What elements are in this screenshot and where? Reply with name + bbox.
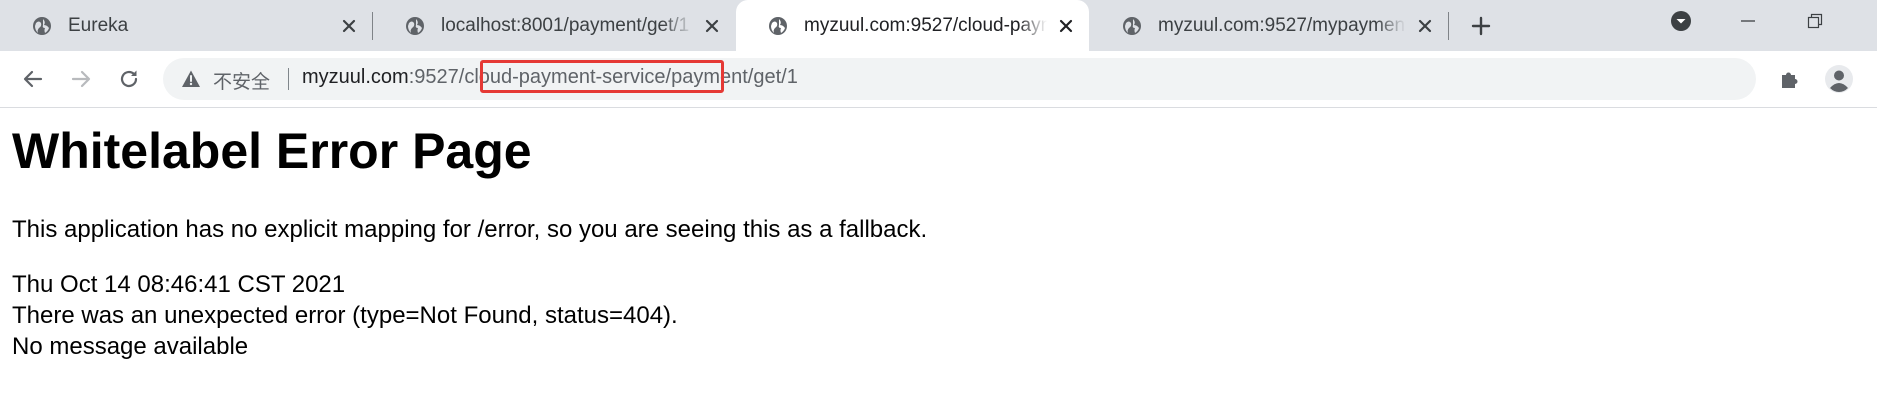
minimize-icon [1741, 20, 1755, 22]
new-tab-button[interactable] [1465, 10, 1497, 42]
forward-arrow-icon [71, 70, 91, 88]
profile-icon [1825, 65, 1853, 93]
tab-mypayment[interactable]: myzuul.com:9527/mypayment/payment/get/1 [1090, 0, 1448, 51]
reload-icon [120, 70, 138, 88]
omnibox-separator [288, 68, 289, 90]
tab-active-cloud-payment[interactable]: myzuul.com:9527/cloud-payment-service/pa… [736, 0, 1089, 51]
error-description: This application has no explicit mapping… [12, 216, 928, 243]
tab-title: myzuul.com:9527/mypayment/payment/get/1 [1158, 14, 1406, 36]
profile-button[interactable] [1821, 63, 1857, 95]
close-icon[interactable] [1414, 15, 1436, 37]
address-bar[interactable]: 不安全 myzuul.com:9527/cloud-payment-servic… [163, 58, 1756, 100]
tab-search-icon [1671, 11, 1691, 31]
warning-icon[interactable] [181, 69, 201, 89]
tab-eureka[interactable]: Eureka [0, 0, 372, 51]
reload-button[interactable] [109, 59, 149, 99]
page-title: Whitelabel Error Page [12, 123, 532, 179]
tab-search-button[interactable] [1648, 0, 1714, 42]
plus-icon [1471, 16, 1491, 36]
error-message: No message available [12, 333, 249, 360]
back-arrow-icon [23, 70, 43, 88]
restore-icon [1807, 13, 1823, 29]
tab-separator [1448, 12, 1449, 40]
restore-button[interactable] [1782, 0, 1848, 42]
tab-localhost-payment[interactable]: localhost:8001/payment/get/1 [373, 0, 735, 51]
security-status-label[interactable]: 不安全 [213, 67, 270, 94]
globe-icon [406, 16, 424, 35]
error-type-status: There was an unexpected error (type=Not … [12, 302, 678, 329]
tab-strip: Eureka localhost:8001/payment/get/1 myzu… [0, 0, 1877, 51]
back-button[interactable] [13, 59, 53, 99]
close-icon[interactable] [701, 15, 723, 37]
url-host: myzuul.com [302, 66, 409, 88]
url-highlight-annotation [480, 60, 724, 93]
url-port: :9527 [408, 66, 459, 88]
puzzle-icon [1782, 72, 1798, 88]
browser-toolbar: 不安全 myzuul.com:9527/cloud-payment-servic… [0, 51, 1877, 108]
tab-title: myzuul.com:9527/cloud-payment-service/pa… [804, 14, 1047, 36]
tab-title: Eureka [68, 14, 129, 36]
globe-icon [1123, 16, 1141, 35]
forward-button[interactable] [61, 59, 101, 99]
minimize-button[interactable] [1715, 0, 1781, 42]
extensions-button[interactable] [1772, 63, 1808, 95]
globe-icon [769, 16, 787, 35]
close-icon[interactable] [1055, 15, 1077, 37]
globe-icon [33, 16, 51, 35]
tab-title: localhost:8001/payment/get/1 [441, 14, 690, 36]
error-timestamp: Thu Oct 14 08:46:41 CST 2021 [12, 271, 346, 298]
close-icon[interactable] [338, 15, 360, 37]
